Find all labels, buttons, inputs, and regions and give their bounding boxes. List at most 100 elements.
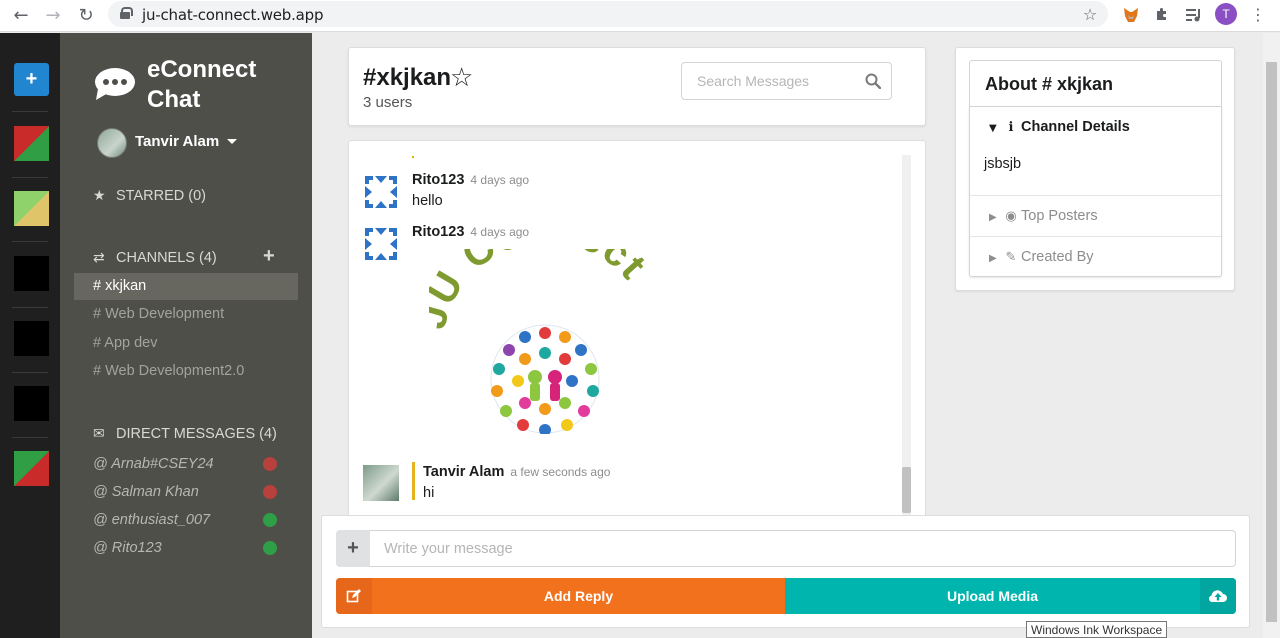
message-time: 4 days ago (470, 173, 530, 187)
chat-bubble-icon (95, 68, 135, 100)
app-title: eConnect Chat (147, 56, 257, 113)
status-offline-dot (263, 457, 277, 471)
color-swatch[interactable] (14, 191, 49, 226)
dm-item[interactable]: @ enthusiast_007 (93, 512, 210, 528)
top-posters-label: Top Posters (1021, 208, 1098, 224)
message-text: hi (423, 485, 435, 501)
channel-item[interactable]: # Web Development (74, 301, 298, 328)
dm-item[interactable]: @ Arnab#CSEY24 (93, 456, 214, 472)
avatar (363, 465, 399, 501)
about-title: About # xkjkan (969, 60, 1222, 106)
emoji-plus-button[interactable]: + (336, 530, 370, 567)
color-swatch[interactable] (14, 451, 49, 486)
reload-icon[interactable]: ↻ (73, 3, 99, 29)
user-circle-icon: ◉ (1005, 209, 1017, 224)
search-input[interactable] (683, 64, 858, 98)
add-reply-button[interactable]: Add Reply (336, 578, 785, 614)
color-swatch[interactable] (14, 386, 49, 421)
caret-down-icon: ▼ (989, 123, 997, 134)
message-author-name[interactable]: Tanvir Alam (423, 464, 504, 480)
channel-item[interactable]: # xkjkan (74, 273, 298, 300)
own-message-marker (412, 462, 415, 500)
caret-right-icon: ▶ (989, 253, 997, 264)
caret-down-icon[interactable] (227, 139, 237, 144)
message-input[interactable] (370, 530, 1236, 567)
metamask-fox-icon[interactable] (1119, 3, 1143, 27)
message-time: 4 days ago (470, 225, 530, 239)
message-author-name[interactable]: Rito123 (412, 224, 464, 240)
channel-item[interactable]: # Web Development2.0 (74, 358, 298, 385)
divider (12, 177, 48, 178)
exchange-arrows-icon: ⇄ (93, 250, 105, 266)
channels-label: CHANNELS (4) (116, 250, 217, 266)
identicon-avatar (363, 226, 399, 262)
search-box (681, 62, 892, 100)
ju-connect-logo-image[interactable]: JU Connect (429, 249, 659, 434)
loading-dot (412, 156, 414, 158)
logo-text: JU Connect (429, 249, 653, 333)
color-swatch[interactable] (14, 256, 49, 291)
accordion-channel-details[interactable]: ▼ ℹ Channel Details (970, 107, 1221, 147)
compose-panel: + Add Reply Upload Media (321, 515, 1250, 628)
status-online-dot (263, 541, 277, 555)
divider (12, 241, 48, 242)
url-text[interactable]: ju-chat-connect.web.app (142, 6, 324, 24)
channel-description: jsbsjb (984, 156, 1022, 172)
channel-header: #xkjkan ☆ 3 users (348, 47, 926, 126)
message-author[interactable]: Rito123 4 days ago (412, 224, 529, 240)
status-online-dot (263, 513, 277, 527)
messages-scrollbar-thumb[interactable] (902, 467, 911, 513)
kebab-menu-icon[interactable]: ⋮ (1246, 3, 1270, 27)
profile-avatar[interactable]: T (1215, 3, 1237, 25)
about-panel: About # xkjkan ▼ ℹ Channel Details jsbsjb … (955, 47, 1235, 291)
upload-media-label: Upload Media (946, 588, 1038, 604)
add-color-button[interactable]: + (14, 63, 49, 96)
divider (12, 111, 48, 112)
tooltip: Windows Ink Workspace (1026, 621, 1168, 638)
divider (12, 307, 48, 308)
star-outline-icon[interactable]: ☆ (450, 63, 473, 93)
divider (12, 437, 48, 438)
divider (12, 372, 48, 373)
messages-scrollbar[interactable] (902, 155, 911, 515)
upload-media-button[interactable]: Upload Media (785, 578, 1236, 614)
channel-item[interactable]: # App dev (74, 330, 298, 357)
browser-toolbar: ← → ↻ ju-chat-connect.web.app ☆ T ⋮ (0, 0, 1280, 32)
avatar[interactable] (97, 128, 127, 158)
color-panel: + (0, 33, 60, 638)
accordion-created-by[interactable]: ▶ ✎ Created By (970, 237, 1221, 277)
status-offline-dot (263, 485, 277, 499)
media-queue-icon[interactable] (1182, 3, 1206, 27)
color-swatch[interactable] (14, 321, 49, 356)
message-author[interactable]: Tanvir Alam a few seconds ago (423, 464, 610, 480)
identicon-avatar (363, 174, 399, 210)
envelope-icon: ✉ (93, 426, 105, 442)
message-author[interactable]: Rito123 4 days ago (412, 172, 529, 188)
color-swatch[interactable] (14, 126, 49, 161)
star-icon: ★ (93, 188, 106, 204)
svg-text:JU Connect: JU Connect (429, 249, 655, 333)
extensions-puzzle-icon[interactable] (1150, 3, 1174, 27)
message-text: hello (412, 193, 443, 209)
lock-icon[interactable] (120, 7, 133, 19)
starred-header: ★ STARRED (0) (93, 188, 206, 204)
dm-label: DIRECT MESSAGES (4) (116, 426, 277, 442)
user-menu[interactable]: Tanvir Alam (135, 133, 219, 150)
bookmark-star-icon[interactable]: ☆ (1078, 3, 1102, 27)
sidebar: eConnect Chat Tanvir Alam ★ STARRED (0) ⇄… (60, 33, 312, 638)
add-channel-icon[interactable]: + (263, 246, 275, 266)
info-icon: ℹ (1008, 120, 1014, 135)
dm-item[interactable]: @ Salman Khan (93, 484, 199, 500)
page-scrollbar-thumb[interactable] (1266, 62, 1277, 622)
search-icon[interactable] (865, 73, 881, 89)
starred-label: STARRED (0) (116, 188, 206, 204)
back-arrow-icon[interactable]: ← (8, 3, 34, 29)
message-time: a few seconds ago (510, 465, 611, 479)
edit-icon (336, 578, 372, 614)
accordion-top-posters[interactable]: ▶ ◉ Top Posters (970, 196, 1221, 236)
channel-details-label: Channel Details (1021, 119, 1130, 135)
pencil-icon: ✎ (1005, 250, 1017, 265)
forward-arrow-icon[interactable]: → (40, 3, 66, 29)
dm-item[interactable]: @ Rito123 (93, 540, 162, 556)
message-author-name[interactable]: Rito123 (412, 172, 464, 188)
